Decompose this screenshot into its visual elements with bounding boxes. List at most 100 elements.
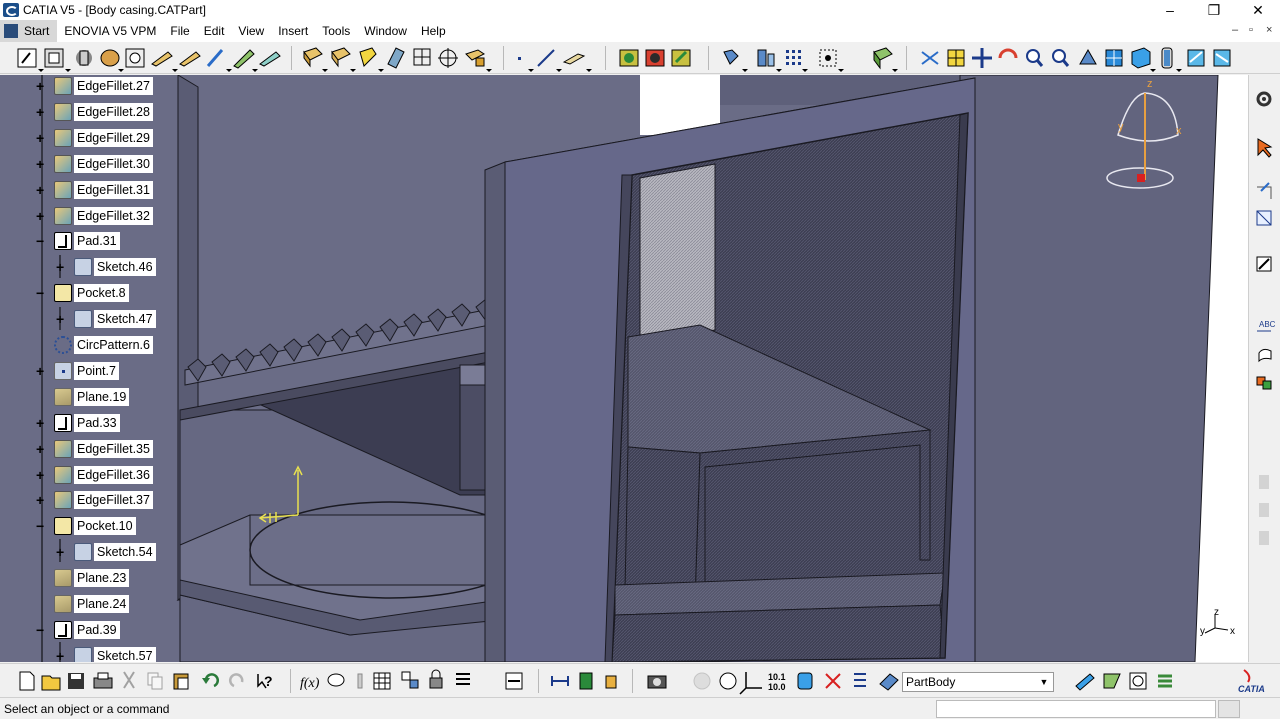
tree-item[interactable]: EdgeFillet.32 [54, 206, 153, 226]
plane-feature-icon [54, 595, 72, 613]
knowledge-icon [401, 671, 419, 689]
catia-logo: CATIA [1238, 684, 1265, 694]
tree-item[interactable]: Pad.33 [54, 413, 120, 433]
tree-item[interactable]: Pocket.10 [54, 516, 136, 536]
tree-expand-icon[interactable]: + [36, 131, 46, 145]
tree-expand-icon[interactable]: + [56, 260, 66, 274]
tree-expand-icon[interactable]: + [36, 442, 46, 456]
tree-item[interactable]: Pocket.8 [54, 283, 129, 303]
tree-expand-icon[interactable]: + [36, 105, 46, 119]
tree-item[interactable]: Sketch.47 [74, 309, 156, 329]
tree-item[interactable]: EdgeFillet.35 [54, 439, 153, 459]
tree-expand-icon[interactable]: + [56, 649, 66, 662]
mdi-close-button[interactable]: × [1266, 24, 1272, 36]
comment-icon [327, 673, 345, 687]
tree-item-label: EdgeFillet.35 [74, 439, 153, 458]
fillet-feature-icon [54, 102, 72, 121]
tree-expand-icon[interactable]: + [36, 157, 46, 171]
list-icon [456, 673, 470, 685]
restore-button[interactable]: ❐ [1192, 0, 1236, 20]
tree-item[interactable]: EdgeFillet.36 [54, 465, 153, 485]
menu-insert[interactable]: Insert [271, 20, 315, 42]
text-abc-icon: ABC [1259, 320, 1276, 329]
capture-camera-icon [647, 675, 667, 689]
tree-item[interactable]: EdgeFillet.31 [54, 180, 153, 200]
minimize-button[interactable]: – [1148, 0, 1192, 20]
tree-item-label: EdgeFillet.37 [74, 491, 153, 510]
tree-item-label: Pad.39 [74, 620, 120, 639]
catia-logo-swoosh [1243, 669, 1251, 683]
tree-item[interactable]: Pad.39 [54, 620, 120, 640]
pocket-feature-icon [54, 284, 72, 303]
command-input[interactable] [936, 700, 1216, 718]
tree-collapse-icon[interactable]: − [36, 519, 46, 533]
tree-item[interactable]: Pad.31 [54, 231, 120, 251]
hierarchy-icon [854, 673, 866, 687]
tree-expand-icon[interactable]: + [36, 79, 46, 93]
tree-expand-icon[interactable]: + [36, 183, 46, 197]
menu-enovia[interactable]: ENOVIA V5 VPM [57, 20, 163, 42]
tree-item[interactable]: Plane.19 [54, 387, 130, 407]
frame-icon [1256, 210, 1272, 226]
tree-item[interactable]: EdgeFillet.27 [54, 76, 153, 96]
menu-tools[interactable]: Tools [315, 20, 357, 42]
chevron-down-icon[interactable]: ▼ [1037, 675, 1051, 689]
tree-item[interactable]: EdgeFillet.28 [54, 102, 153, 122]
tree-expand-icon[interactable]: + [36, 364, 46, 378]
title-bar: CATIA V5 - [Body casing.CATPart] – ❐ ✕ [0, 0, 1280, 20]
tree-collapse-icon[interactable]: − [36, 234, 46, 248]
close-button[interactable]: ✕ [1236, 0, 1280, 20]
menu-file[interactable]: File [163, 20, 196, 42]
formula-icon: f(x) [300, 676, 320, 691]
tree-item-label: Sketch.57 [94, 646, 156, 662]
triad-x-label: x [1230, 626, 1235, 637]
tree-item[interactable]: Sketch.57 [74, 646, 156, 662]
tree-collapse-icon[interactable]: − [36, 286, 46, 300]
layers-icon [1158, 674, 1172, 688]
tree-item-label: Pad.33 [74, 413, 120, 432]
tree-item[interactable]: EdgeFillet.37 [54, 490, 153, 510]
fillet-feature-icon [54, 439, 72, 458]
menu-help[interactable]: Help [414, 20, 453, 42]
print-icon [93, 672, 113, 689]
menu-window[interactable]: Window [357, 20, 414, 42]
tree-item[interactable]: CircPattern.6 [54, 335, 153, 355]
sketch-feature-icon [74, 258, 92, 277]
mdi-minimize-button[interactable]: – [1232, 24, 1238, 36]
tree-item[interactable]: Sketch.46 [74, 257, 156, 277]
cross-icon [825, 673, 841, 689]
fillet-feature-icon [54, 465, 72, 484]
tree-expand-icon[interactable]: + [36, 493, 46, 507]
tree-item-label: Plane.19 [74, 387, 130, 406]
tree-item[interactable]: Sketch.54 [74, 542, 156, 562]
tree-item-label: Sketch.46 [94, 258, 156, 277]
tree-expand-icon[interactable]: + [36, 416, 46, 430]
paste-icon [173, 673, 189, 690]
tree-item[interactable]: Plane.24 [54, 594, 130, 614]
tree-item[interactable]: Point.7 [54, 361, 119, 381]
tree-expand-icon[interactable]: + [56, 312, 66, 326]
plane-feature-icon [54, 569, 72, 588]
tree-expand-icon[interactable]: + [36, 209, 46, 223]
3d-viewport[interactable]: z y x z x y + EdgeFillet.27 + EdgeFillet.28… [0, 75, 1248, 662]
partbody-select[interactable]: PartBody ▼ [902, 672, 1054, 692]
coord-label-icon-2: 10.0 [768, 682, 786, 692]
mdi-restore-button[interactable]: ▫ [1249, 24, 1253, 36]
wireframe-icons [518, 49, 586, 67]
top-toolbar-icons [17, 46, 1231, 72]
tree-item-label: Plane.23 [74, 569, 130, 588]
menu-start[interactable]: Start [0, 20, 58, 42]
menu-view[interactable]: View [231, 20, 271, 42]
triad-z-label: z [1214, 607, 1219, 618]
fillet-feature-icon [54, 180, 72, 199]
tree-item[interactable]: Plane.23 [54, 568, 130, 588]
command-button[interactable] [1218, 700, 1240, 718]
tree-item-label: EdgeFillet.29 [74, 128, 153, 147]
tree-item[interactable]: EdgeFillet.30 [54, 154, 153, 174]
tree-item[interactable]: EdgeFillet.29 [54, 128, 153, 148]
tree-collapse-icon[interactable]: − [36, 623, 46, 637]
tree-expand-icon[interactable]: + [36, 468, 46, 482]
save-icon [68, 673, 84, 689]
menu-edit[interactable]: Edit [197, 20, 232, 42]
tree-expand-icon[interactable]: + [56, 545, 66, 559]
